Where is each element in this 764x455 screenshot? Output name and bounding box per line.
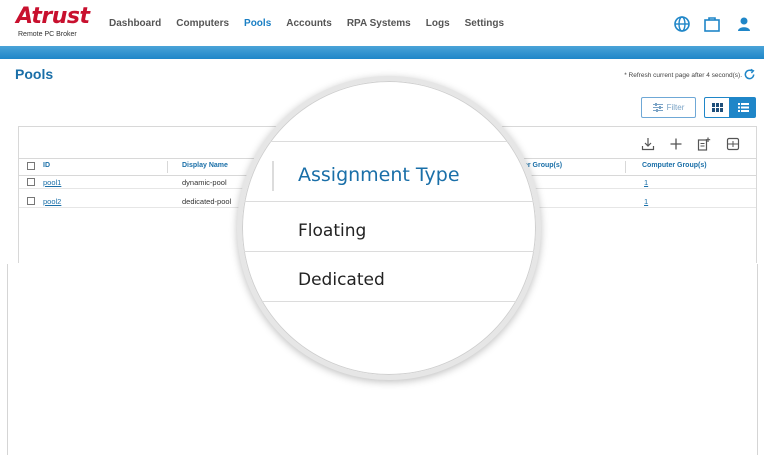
pool-id-link[interactable]: pool2 bbox=[43, 197, 61, 206]
brand-name: Atrust bbox=[16, 4, 90, 29]
magnifier-callout: Assignment Type Floating Dedicated bbox=[237, 76, 541, 380]
column-header-display-name[interactable]: Display Name bbox=[182, 162, 228, 169]
globe-icon[interactable] bbox=[673, 15, 691, 33]
header-accent-bar bbox=[0, 46, 764, 59]
row-checkbox[interactable] bbox=[27, 178, 35, 186]
nav-settings[interactable]: Settings bbox=[465, 15, 504, 33]
page-title: Pools bbox=[15, 66, 54, 82]
plus-icon[interactable] bbox=[669, 137, 683, 151]
column-divider bbox=[625, 161, 626, 173]
magnified-assignment-type-header: Assignment Type bbox=[298, 164, 460, 186]
computer-groups-link[interactable]: 1 bbox=[644, 197, 648, 206]
column-header-computer-groups[interactable]: Computer Group(s) bbox=[642, 162, 707, 169]
magnifier-divider bbox=[242, 201, 536, 202]
nav-pools[interactable]: Pools bbox=[244, 15, 271, 33]
top-navbar: Atrust Remote PC Broker Dashboard Comput… bbox=[0, 0, 764, 47]
download-icon[interactable] bbox=[641, 137, 655, 151]
add-document-icon[interactable] bbox=[697, 137, 711, 151]
column-divider bbox=[167, 161, 168, 173]
refresh-icon[interactable] bbox=[743, 68, 756, 81]
pool-display-name: dynamic-pool bbox=[182, 178, 227, 187]
column-header-id[interactable]: ID bbox=[43, 162, 50, 169]
computer-groups-link[interactable]: 1 bbox=[644, 178, 648, 187]
brand-logo[interactable]: Atrust Remote PC Broker bbox=[16, 4, 100, 42]
nav-computers[interactable]: Computers bbox=[176, 15, 229, 33]
pool-display-name: dedicated-pool bbox=[182, 197, 232, 206]
briefcase-icon[interactable] bbox=[703, 15, 721, 33]
magnifier-divider bbox=[242, 141, 536, 142]
list-view-button[interactable] bbox=[730, 97, 756, 118]
row-checkbox[interactable] bbox=[27, 197, 35, 205]
column-settings-icon[interactable] bbox=[726, 137, 740, 151]
page-left-border bbox=[7, 264, 8, 455]
select-all-checkbox[interactable] bbox=[27, 162, 35, 170]
magnifier-column-divider bbox=[272, 161, 274, 191]
magnified-assignment-floating: Floating bbox=[298, 221, 367, 241]
nav-rpa-systems[interactable]: RPA Systems bbox=[347, 15, 411, 33]
magnifier-divider bbox=[242, 301, 536, 302]
filter-icon bbox=[652, 103, 663, 112]
grid-view-button[interactable] bbox=[704, 97, 730, 118]
pool-id-link[interactable]: pool1 bbox=[43, 178, 61, 187]
nav-logs[interactable]: Logs bbox=[426, 15, 450, 33]
filter-button[interactable]: Filter bbox=[641, 97, 696, 118]
magnifier-divider bbox=[242, 251, 536, 252]
user-icon[interactable] bbox=[735, 15, 753, 33]
nav-dashboard[interactable]: Dashboard bbox=[109, 15, 161, 33]
refresh-note: * Refresh current page after 4 second(s)… bbox=[624, 72, 742, 79]
filter-label: Filter bbox=[666, 103, 685, 112]
grid-view-icon bbox=[711, 103, 723, 112]
magnified-assignment-dedicated: Dedicated bbox=[298, 270, 385, 290]
page-right-border bbox=[757, 264, 758, 455]
nav-accounts[interactable]: Accounts bbox=[286, 15, 332, 33]
list-view-icon bbox=[737, 103, 749, 112]
main-nav: Dashboard Computers Pools Accounts RPA S… bbox=[109, 15, 519, 33]
brand-subtitle: Remote PC Broker bbox=[18, 31, 77, 38]
column-header-user-groups[interactable]: er Group(s) bbox=[524, 162, 562, 169]
